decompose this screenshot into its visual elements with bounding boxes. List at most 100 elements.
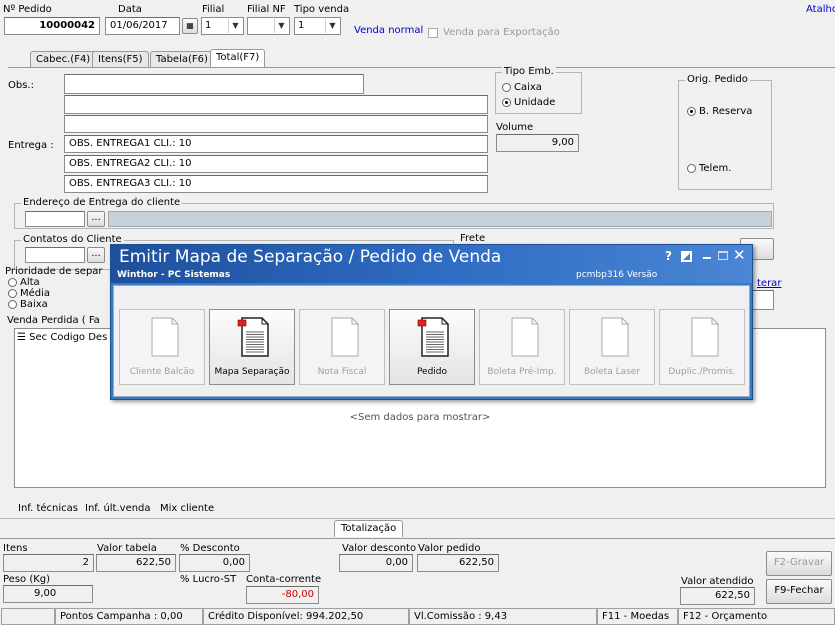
- document-icon: [326, 316, 360, 358]
- exportacao-checkbox[interactable]: [428, 28, 438, 38]
- itens-label: Itens: [3, 543, 28, 554]
- alterar-link[interactable]: terar: [757, 278, 781, 289]
- empty-message: <Sem dados para mostrar>: [349, 412, 491, 423]
- endereco-search-button[interactable]: ...: [87, 211, 105, 227]
- exportacao-label: Venda para Exportação: [443, 27, 560, 38]
- volume-field[interactable]: 9,00: [496, 134, 579, 152]
- radio-icon: [8, 299, 17, 309]
- document-icon: [146, 316, 180, 358]
- status-orcamento: F12 - Orçamento: [678, 608, 835, 625]
- valor-atendido-field: 622,50: [680, 587, 755, 605]
- minimize-icon[interactable]: [703, 257, 711, 259]
- valor-atendido-label: Valor atendido: [681, 576, 754, 587]
- nota-fiscal-button[interactable]: Nota Fiscal: [299, 309, 385, 385]
- obs-field-3[interactable]: [64, 115, 488, 133]
- alterar-field[interactable]: [752, 290, 774, 310]
- maximize-icon[interactable]: [718, 251, 728, 260]
- prio-media-label: Média: [20, 288, 51, 299]
- entrega-label: Entrega :: [8, 140, 54, 151]
- tab-itens[interactable]: Itens(F5): [92, 51, 149, 68]
- pedido-button[interactable]: Pedido: [389, 309, 475, 385]
- tipo-emb-label: Tipo Emb.: [502, 66, 556, 77]
- tab-tabela[interactable]: Tabela(F6): [150, 51, 214, 68]
- tab-inf-ult-venda[interactable]: Inf. últ.venda: [85, 503, 151, 514]
- radio-icon: [687, 163, 696, 173]
- contatos-code-field[interactable]: [25, 247, 85, 263]
- venda-perdida-label: Venda Perdida ( Fa: [7, 315, 100, 326]
- obs-field-1[interactable]: [64, 74, 364, 94]
- filial-select[interactable]: 1 ▼: [201, 17, 244, 35]
- grid-menu-icon[interactable]: ☰: [17, 332, 26, 343]
- orig-pedido-label: Orig. Pedido: [685, 74, 750, 85]
- filial-nf-select[interactable]: ▼: [247, 17, 290, 35]
- unidade-option[interactable]: Unidade: [502, 97, 555, 108]
- status-pontos: Pontos Campanha : 0,00: [55, 608, 203, 625]
- gravar-button[interactable]: F2-Gravar: [766, 551, 832, 576]
- fechar-button[interactable]: F9-Fechar: [766, 579, 832, 604]
- mapa-separacao-button[interactable]: Mapa Separação: [209, 309, 295, 385]
- cliente-balcao-label: Cliente Balcão: [129, 367, 195, 377]
- document-icon: [506, 316, 540, 358]
- peso-field: 9,00: [3, 585, 93, 603]
- prio-media-option[interactable]: Média: [8, 288, 50, 299]
- document-icon: [686, 316, 720, 358]
- prio-alta-option[interactable]: Alta: [8, 277, 40, 288]
- pedido-label: Nº Pedido: [3, 4, 52, 15]
- obs-field-2[interactable]: [64, 95, 488, 114]
- chevron-down-icon: ▼: [228, 19, 242, 33]
- duplic-promis-label: Duplic./Promis.: [668, 367, 736, 377]
- boleta-pre-imp-button[interactable]: Boleta Pré-Imp.: [479, 309, 565, 385]
- filial-nf-label: Filial NF: [247, 4, 286, 15]
- document-icon: [596, 316, 630, 358]
- status-cell-empty: [1, 608, 55, 625]
- unidade-label: Unidade: [514, 97, 556, 108]
- prio-baixa-option[interactable]: Baixa: [8, 299, 48, 310]
- entrega-field-3[interactable]: OBS. ENTREGA3 CLI.: 10: [64, 175, 488, 193]
- tipo-venda-select[interactable]: 1 ▼: [294, 17, 341, 35]
- contatos-search-button[interactable]: ...: [87, 247, 105, 263]
- prio-alta-label: Alta: [20, 277, 40, 288]
- entrega-field-2[interactable]: OBS. ENTREGA2 CLI.: 10: [64, 155, 488, 173]
- tipo-venda-value: 1: [298, 20, 305, 31]
- telem-option[interactable]: Telem.: [687, 163, 731, 174]
- mapa-separacao-label: Mapa Separação: [214, 367, 290, 377]
- dialog-titlebar[interactable]: Emitir Mapa de Separação / Pedido de Ven…: [111, 245, 752, 283]
- data-label: Data: [118, 4, 142, 15]
- pedido-label: Pedido: [416, 367, 448, 377]
- grid-col-codigo[interactable]: Codigo: [50, 332, 85, 343]
- grid-col-des[interactable]: Des: [88, 332, 107, 343]
- tab-totalizacao[interactable]: Totalização: [334, 520, 404, 537]
- boleta-laser-button[interactable]: Boleta Laser: [569, 309, 655, 385]
- valor-tabela-label: Valor tabela: [97, 543, 157, 554]
- filial-label: Filial: [202, 4, 225, 15]
- help-icon[interactable]: ?: [665, 249, 672, 263]
- restore-icon[interactable]: [681, 251, 692, 262]
- lucro-label: % Lucro-ST: [180, 574, 237, 585]
- prioridade-label: Prioridade de separ: [5, 266, 103, 277]
- data-field[interactable]: 01/06/2017: [105, 17, 180, 35]
- atalho-link[interactable]: Atalho: [806, 4, 835, 15]
- obs-label: Obs.:: [8, 80, 34, 91]
- b-reserva-option[interactable]: B. Reserva: [687, 106, 752, 117]
- dialog-title: Emitir Mapa de Separação / Pedido de Ven…: [119, 247, 502, 267]
- duplic-promis-button[interactable]: Duplic./Promis.: [659, 309, 745, 385]
- tab-total[interactable]: Total(F7): [210, 49, 266, 68]
- caixa-option[interactable]: Caixa: [502, 82, 542, 93]
- endereco-code-field[interactable]: [25, 211, 85, 227]
- tab-cabec[interactable]: Cabec.(F4): [30, 51, 97, 68]
- tab-mix-cliente[interactable]: Mix cliente: [160, 503, 214, 514]
- radio-checked-icon: [687, 106, 696, 116]
- entrega-field-1[interactable]: OBS. ENTREGA1 CLI.: 10: [64, 135, 488, 153]
- pedido-field[interactable]: 10000042: [4, 17, 100, 35]
- contatos-label: Contatos do Cliente: [21, 234, 124, 245]
- close-icon[interactable]: ✕: [733, 246, 746, 264]
- calendar-icon[interactable]: ▦: [182, 18, 198, 34]
- tab-inf-tecnicas[interactable]: Inf. técnicas: [18, 503, 78, 514]
- radio-icon: [502, 82, 511, 92]
- radio-checked-icon: [502, 97, 511, 107]
- peso-label: Peso (Kg): [3, 574, 51, 585]
- valor-desconto-field: 0,00: [339, 554, 413, 572]
- cliente-balcao-button[interactable]: Cliente Balcão: [119, 309, 205, 385]
- grid-col-sec[interactable]: Sec: [29, 332, 47, 343]
- endereco-display: [108, 211, 772, 227]
